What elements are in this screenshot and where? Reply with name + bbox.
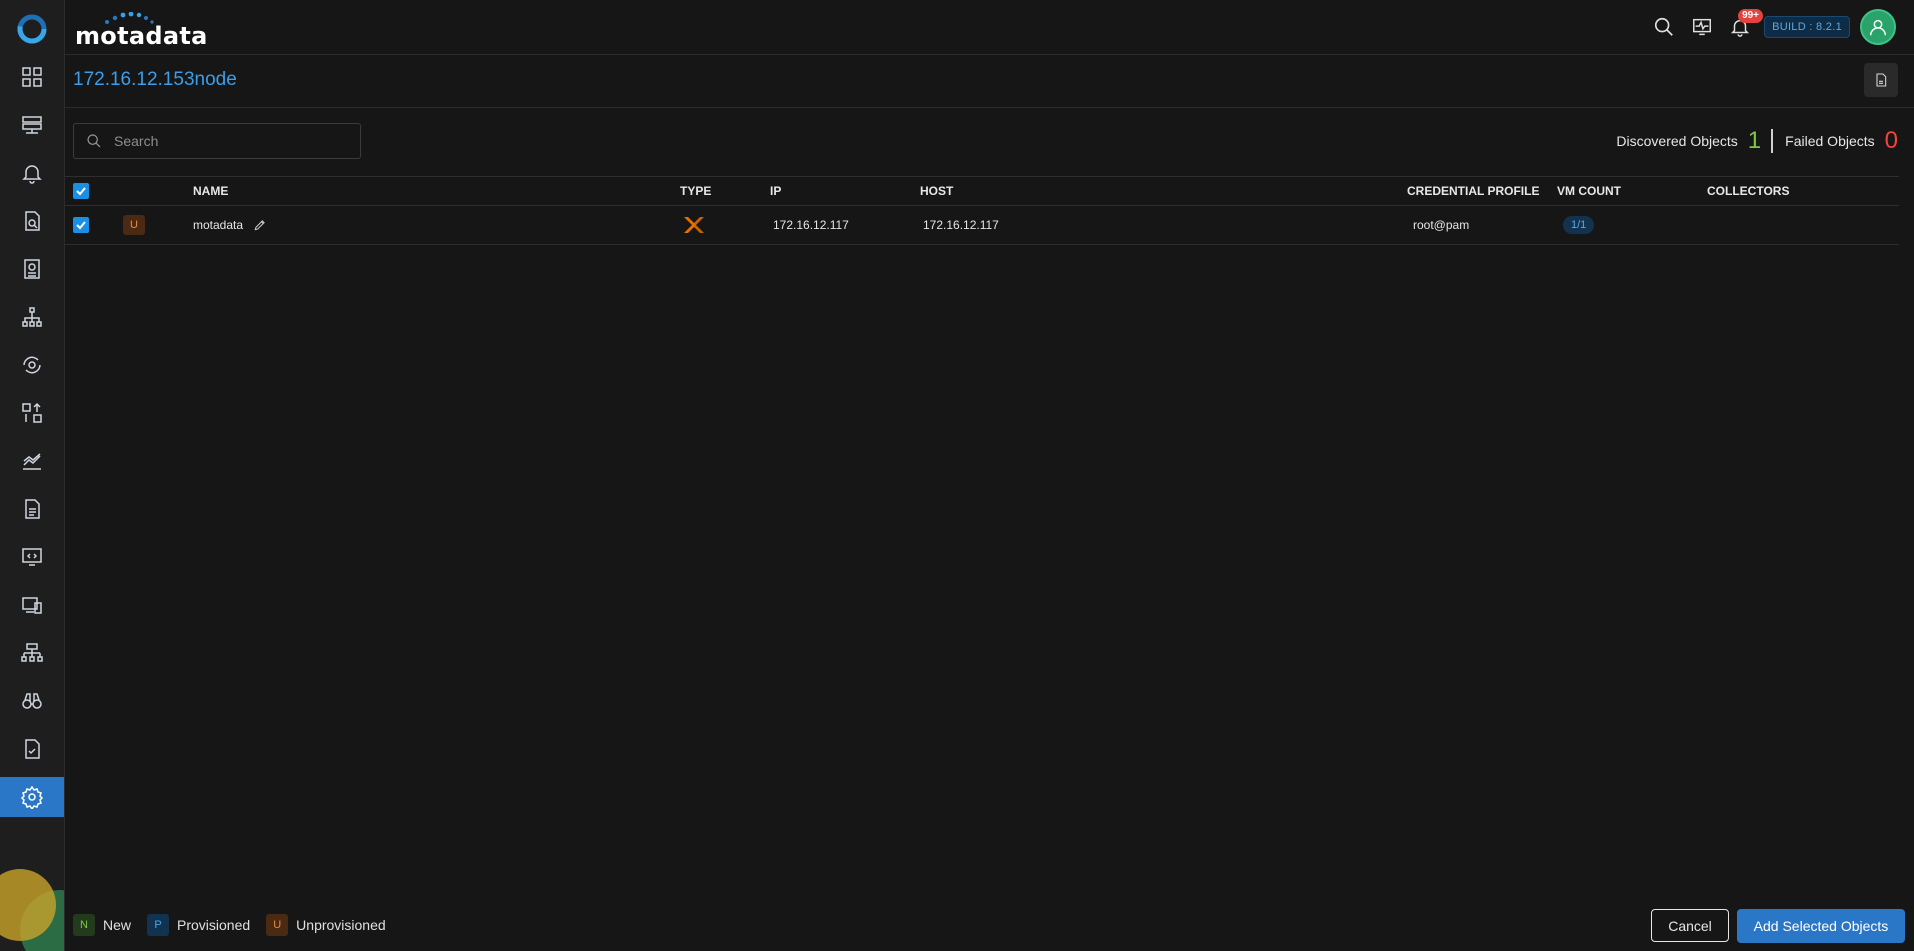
file-export-icon [1876,73,1887,87]
proxmox-icon [684,217,704,233]
discovered-objects-value: 1 [1747,127,1762,154]
brand-name: motadata [75,22,208,50]
vm-count-pill: 1/1 [1563,216,1595,234]
network-icon[interactable] [0,633,64,673]
decorative-circles-icon [0,869,64,951]
devices-icon[interactable] [0,585,64,625]
user-icon [1869,19,1887,36]
settings-cycle-icon[interactable] [0,345,64,385]
user-avatar[interactable] [1860,9,1896,45]
flow-icon[interactable] [0,393,64,433]
name-cell: motadata [193,206,267,244]
reports-icon[interactable] [0,249,64,289]
column-header-name[interactable]: NAME [193,177,228,205]
edit-pencil-icon[interactable] [253,218,267,232]
column-header-host[interactable]: HOST [920,177,953,205]
notification-badge: 99+ [1738,9,1764,23]
export-button[interactable] [1864,63,1898,97]
notification-bell-icon[interactable]: 99+ [1726,9,1764,41]
stats-divider [1771,129,1774,153]
top-icons: 99+ BUILD : 8.2.1 [1650,9,1896,45]
legend-new: N New [73,914,131,936]
legend-new-badge: N [73,914,95,936]
build-badge: BUILD : 8.2.1 [1764,16,1850,38]
column-header-type[interactable]: TYPE [680,177,711,205]
legend-provisioned-badge: P [147,914,170,936]
checkmark-icon [76,221,86,230]
status-legend: N New P Provisioned U Unprovisioned [73,914,402,936]
select-all-checkbox[interactable] [73,177,89,205]
search-icon [87,134,101,148]
host-cell: 172.16.12.117 [923,218,999,232]
legend-new-label: New [103,917,132,933]
binoculars-icon[interactable] [0,681,64,721]
alerts-icon[interactable] [0,153,64,193]
audit-icon[interactable] [0,729,64,769]
brand-logo[interactable]: motadata [75,12,207,50]
row-checkbox[interactable] [73,206,89,244]
discovery-icon[interactable] [0,201,64,241]
vm-count-cell: 1/1 [1563,206,1595,244]
table-row[interactable]: U motadata 172.16.12.117 172.16.12.117 r… [65,206,1899,245]
cancel-button[interactable]: Cancel [1651,909,1729,942]
top-bar: motadata 99+ BUILD : 8.2.1 [65,0,1914,55]
legend-unprovisioned-badge: U [266,914,289,936]
table-header: NAME TYPE IP HOST CREDENTIAL PROFILE VM … [65,176,1899,206]
page-title: 172.16.12.153node [73,69,237,90]
legend-provisioned: P Provisioned [147,914,250,936]
search-input[interactable] [112,132,356,150]
discovery-stats: Discovered Objects 1 Failed Objects 0 [1616,126,1898,156]
legend-unprovisioned: U Unprovisioned [266,914,386,936]
legend-provisioned-label: Provisioned [177,917,251,933]
settings-icon[interactable] [0,777,64,817]
search-box [73,123,361,159]
status-badge: U [123,215,145,235]
topology-icon[interactable] [0,297,64,337]
ip-cell: 172.16.12.117 [773,218,849,232]
column-header-ip[interactable]: IP [770,177,781,205]
type-cell [682,206,706,244]
status-cell: U [123,206,145,244]
checkmark-icon [76,187,86,196]
discovered-objects-label: Discovered Objects [1616,133,1738,149]
legend-unprovisioned-label: Unprovisioned [296,917,386,933]
metrics-icon[interactable] [0,441,64,481]
sidebar [0,0,65,951]
object-name: motadata [193,218,244,232]
monitor-activity-icon[interactable] [1688,13,1716,41]
failed-objects-label: Failed Objects [1785,133,1875,149]
motadata-logo-icon[interactable] [17,14,47,44]
dashboard-icon[interactable] [0,57,64,97]
failed-objects-value: 0 [1884,127,1898,154]
column-header-collectors[interactable]: COLLECTORS [1707,177,1789,205]
document-icon[interactable] [0,489,64,529]
objects-table: NAME TYPE IP HOST CREDENTIAL PROFILE VM … [65,176,1899,245]
code-monitor-icon[interactable] [0,537,64,577]
column-header-credential-profile[interactable]: CREDENTIAL PROFILE [1407,177,1539,205]
credential-profile-cell: root@pam [1413,218,1470,232]
column-header-vm-count[interactable]: VM COUNT [1557,177,1621,205]
page-header: 172.16.12.153node [65,55,1914,108]
add-selected-objects-button[interactable]: Add Selected Objects [1737,909,1905,943]
servers-icon[interactable] [0,105,64,145]
search-icon[interactable] [1650,13,1678,41]
